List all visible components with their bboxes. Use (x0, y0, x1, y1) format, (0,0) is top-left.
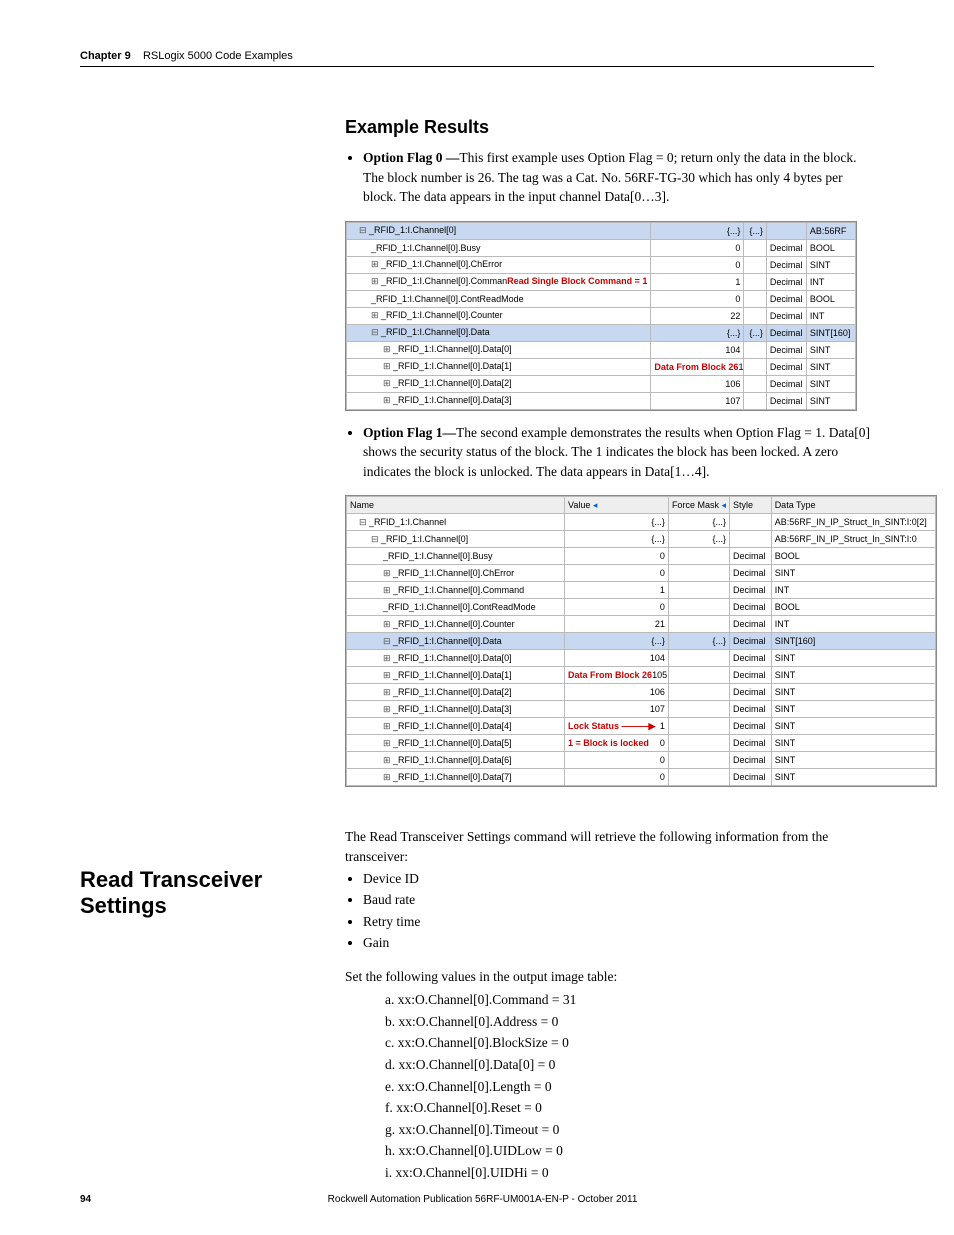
col-type: Data Type (771, 497, 935, 514)
table-row: _RFID_1:I.Channel[0].Command1DecimalINT (347, 582, 936, 599)
table-row: _RFID_1:I.Channel[0].Data[2]106DecimalSI… (347, 375, 856, 392)
chapter-label: Chapter 9 (80, 50, 131, 62)
list-item: f. xx:O.Channel[0].Reset = 0 (385, 1098, 874, 1118)
table-row: _RFID_1:I.Channel[0].Data[0]104DecimalSI… (347, 341, 856, 358)
list-item: b. xx:O.Channel[0].Address = 0 (385, 1012, 874, 1032)
table-row: _RFID_1:I.Channel[0].Data[1]Data From Bl… (347, 358, 856, 375)
figure-option-flag-1: Name Value ◂ Force Mask ◂ Style Data Typ… (345, 495, 937, 787)
read-transceiver-intro: The Read Transceiver Settings command wi… (345, 827, 874, 866)
list-item: Retry time (363, 912, 874, 932)
page-number: 94 (80, 1194, 91, 1205)
table-row: _RFID_1:I.Channel[0].Data{...}{...}Decim… (347, 324, 856, 341)
anno-lock-status: Lock Status ———▶ (568, 721, 655, 732)
table-row: _RFID_1:I.Channel[0]{...}{...}AB:56RF (347, 222, 856, 239)
table-row: _RFID_1:I.Channel[0].Counter22DecimalINT (347, 307, 856, 324)
col-style: Style (730, 497, 772, 514)
table-row: _RFID_1:I.Channel[0].ChError0DecimalSINT (347, 565, 936, 582)
anno-block-locked: 1 = Block is locked (568, 738, 649, 748)
page-footer: 94 Rockwell Automation Publication 56RF-… (80, 1194, 874, 1205)
list-item: i. xx:O.Channel[0].UIDHi = 0 (385, 1163, 874, 1183)
table-header-row: Name Value ◂ Force Mask ◂ Style Data Typ… (347, 497, 936, 514)
table-row: _RFID_1:I.Channel[0].ContReadMode0Decima… (347, 599, 936, 616)
list-item: Gain (363, 933, 874, 953)
table-row: _RFID_1:I.Channel[0].Data[3]107DecimalSI… (347, 701, 936, 718)
list-item: Baud rate (363, 890, 874, 910)
read-transceiver-heading: Read Transceiver Settings (80, 867, 345, 919)
table-row: _RFID_1:I.Channel[0].Data[6]0DecimalSINT (347, 752, 936, 769)
list-item: d. xx:O.Channel[0].Data[0] = 0 (385, 1055, 874, 1075)
table-row: _RFID_1:I.Channel[0].Data[0]104DecimalSI… (347, 650, 936, 667)
publication-info: Rockwell Automation Publication 56RF-UM0… (328, 1194, 638, 1205)
anno-data-from-block: Data From Block 26 (654, 362, 738, 372)
option-flag-0-bullet: Option Flag 0 —This first example uses O… (363, 148, 874, 207)
table-row: _RFID_1:I.Channel[0].ContReadMode0Decima… (347, 290, 856, 307)
col-value: Value ◂ (565, 497, 669, 514)
list-item: h. xx:O.Channel[0].UIDLow = 0 (385, 1141, 874, 1161)
table-row: _RFID_1:I.Channel[0].CommanRead Single B… (347, 273, 856, 290)
figure-option-flag-0: _RFID_1:I.Channel[0]{...}{...}AB:56RF_RF… (345, 221, 857, 411)
table-row: _RFID_1:I.Channel[0].Data[4]Lock Status … (347, 718, 936, 735)
anno-read-command: Read Single Block Command = 1 (507, 276, 647, 286)
chapter-title: RSLogix 5000 Code Examples (143, 50, 293, 62)
list-item: g. xx:O.Channel[0].Timeout = 0 (385, 1120, 874, 1140)
list-item: e. xx:O.Channel[0].Length = 0 (385, 1077, 874, 1097)
option-flag-1-label: Option Flag 1— (363, 425, 456, 440)
table-row: _RFID_1:I.Channel[0].Data[1]Data From Bl… (347, 667, 936, 684)
table-row: _RFID_1:I.Channel[0].Data[3]107DecimalSI… (347, 392, 856, 409)
list-item: c. xx:O.Channel[0].BlockSize = 0 (385, 1033, 874, 1053)
transceiver-info-list: Device IDBaud rateRetry timeGain (345, 869, 874, 953)
table-row: _RFID_1:I.Channel{...}{...}AB:56RF_IN_IP… (347, 514, 936, 531)
table-row: _RFID_1:I.Channel[0].Data[2]106DecimalSI… (347, 684, 936, 701)
list-item: Device ID (363, 869, 874, 889)
anno-data-from-block: Data From Block 26 (568, 670, 652, 680)
table-row: _RFID_1:I.Channel[0]{...}{...}AB:56RF_IN… (347, 531, 936, 548)
table-row: _RFID_1:I.Channel[0].Counter21DecimalINT (347, 616, 936, 633)
table-row: _RFID_1:I.Channel[0].Data[5]1 = Block is… (347, 735, 936, 752)
col-name: Name (347, 497, 565, 514)
table-row: _RFID_1:I.Channel[0].ChError0DecimalSINT (347, 256, 856, 273)
col-force: Force Mask ◂ (668, 497, 729, 514)
set-values-lead: Set the following values in the output i… (345, 967, 874, 987)
list-item: a. xx:O.Channel[0].Command = 31 (385, 990, 874, 1010)
table-row: _RFID_1:I.Channel[0].Data[7]0DecimalSINT (347, 769, 936, 786)
table-row: _RFID_1:I.Channel[0].Data{...}{...}Decim… (347, 633, 936, 650)
table-row: _RFID_1:I.Channel[0].Busy0DecimalBOOL (347, 239, 856, 256)
option-flag-1-bullet: Option Flag 1—The second example demonst… (363, 423, 874, 482)
output-image-steps: a. xx:O.Channel[0].Command = 31b. xx:O.C… (345, 990, 874, 1182)
option-flag-0-label: Option Flag 0 — (363, 150, 459, 165)
table-row: _RFID_1:I.Channel[0].Busy0DecimalBOOL (347, 548, 936, 565)
page-header: Chapter 9 RSLogix 5000 Code Examples (80, 50, 874, 66)
example-results-heading: Example Results (345, 117, 874, 138)
